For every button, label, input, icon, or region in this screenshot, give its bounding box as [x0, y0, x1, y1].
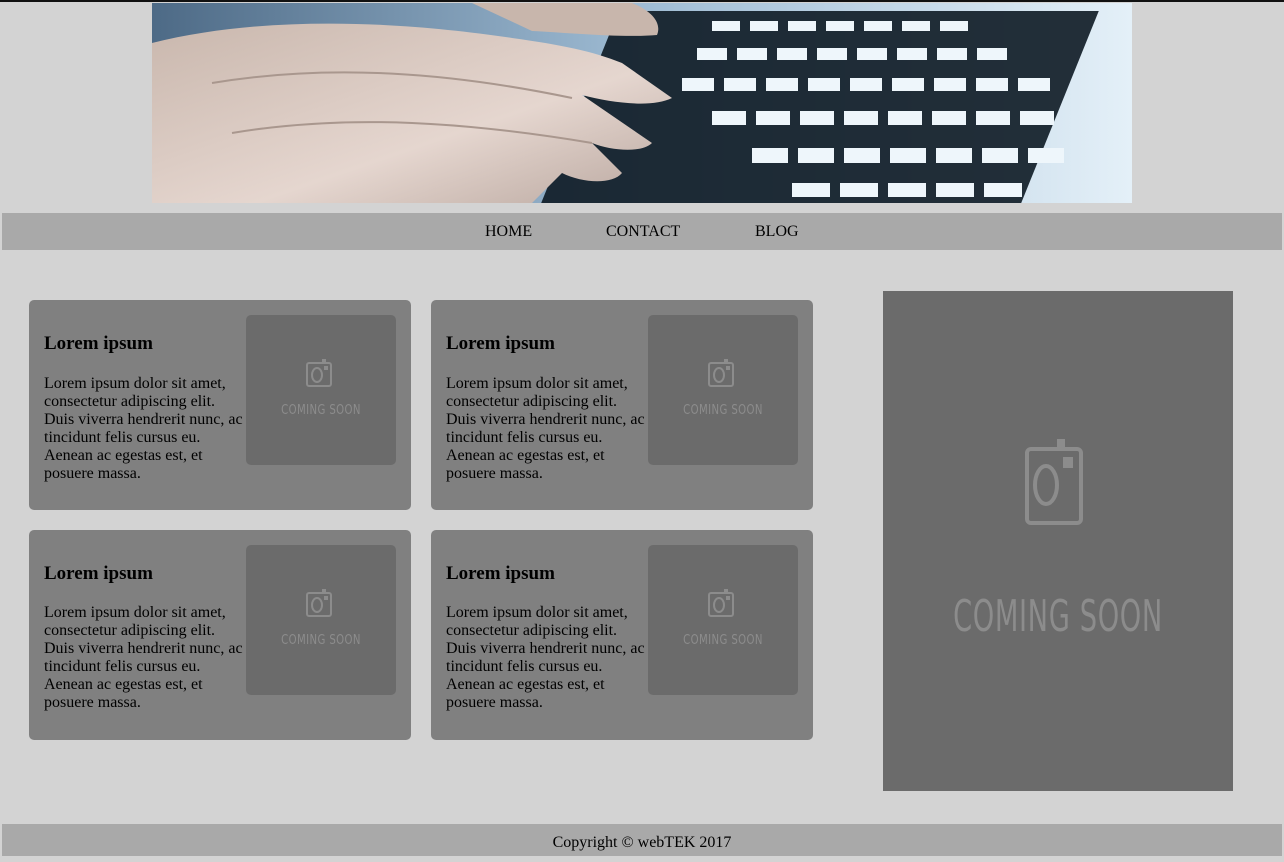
- card-text: Lorem ipsum dolor sit amet, consectetur …: [446, 375, 645, 482]
- sidebar-image-placeholder: COMING SOON: [883, 291, 1233, 791]
- camera-icon: [306, 589, 332, 617]
- card-title: Lorem ipsum: [44, 563, 153, 584]
- camera-icon: [708, 359, 734, 387]
- card-text: Lorem ipsum dolor sit amet, consectetur …: [446, 604, 645, 711]
- camera-icon: [306, 359, 332, 387]
- card-image-placeholder: COMING SOON: [648, 315, 798, 465]
- nav-item-contact[interactable]: CONTACT: [606, 213, 680, 250]
- card-text: Lorem ipsum dolor sit amet, consectetur …: [44, 604, 243, 711]
- article-card: Lorem ipsum Lorem ipsum dolor sit amet, …: [29, 530, 411, 740]
- main-navigation: HOME CONTACT BLOG: [2, 213, 1282, 250]
- coming-soon-label: COMING SOON: [953, 591, 1163, 642]
- article-card: Lorem ipsum Lorem ipsum dolor sit amet, …: [431, 300, 813, 510]
- card-image-placeholder: COMING SOON: [246, 545, 396, 695]
- nav-item-home[interactable]: HOME: [485, 213, 532, 250]
- coming-soon-label: COMING SOON: [683, 403, 763, 418]
- nav-item-blog[interactable]: BLOG: [755, 213, 799, 250]
- copyright-text: Copyright © webTEK 2017: [552, 834, 732, 851]
- coming-soon-label: COMING SOON: [281, 403, 361, 418]
- card-image-placeholder: COMING SOON: [648, 545, 798, 695]
- card-title: Lorem ipsum: [446, 563, 555, 584]
- coming-soon-label: COMING SOON: [683, 633, 763, 648]
- header-banner-image: [152, 3, 1132, 203]
- card-title: Lorem ipsum: [446, 333, 555, 354]
- footer: Copyright © webTEK 2017: [2, 824, 1282, 856]
- keyboard-photo: [152, 3, 1132, 203]
- top-border: [0, 0, 1284, 2]
- card-text: Lorem ipsum dolor sit amet, consectetur …: [44, 375, 243, 482]
- coming-soon-label: COMING SOON: [281, 633, 361, 648]
- card-title: Lorem ipsum: [44, 333, 153, 354]
- camera-icon: [708, 589, 734, 617]
- article-card: Lorem ipsum Lorem ipsum dolor sit amet, …: [29, 300, 411, 510]
- camera-icon: [1025, 439, 1083, 525]
- card-image-placeholder: COMING SOON: [246, 315, 396, 465]
- article-card: Lorem ipsum Lorem ipsum dolor sit amet, …: [431, 530, 813, 740]
